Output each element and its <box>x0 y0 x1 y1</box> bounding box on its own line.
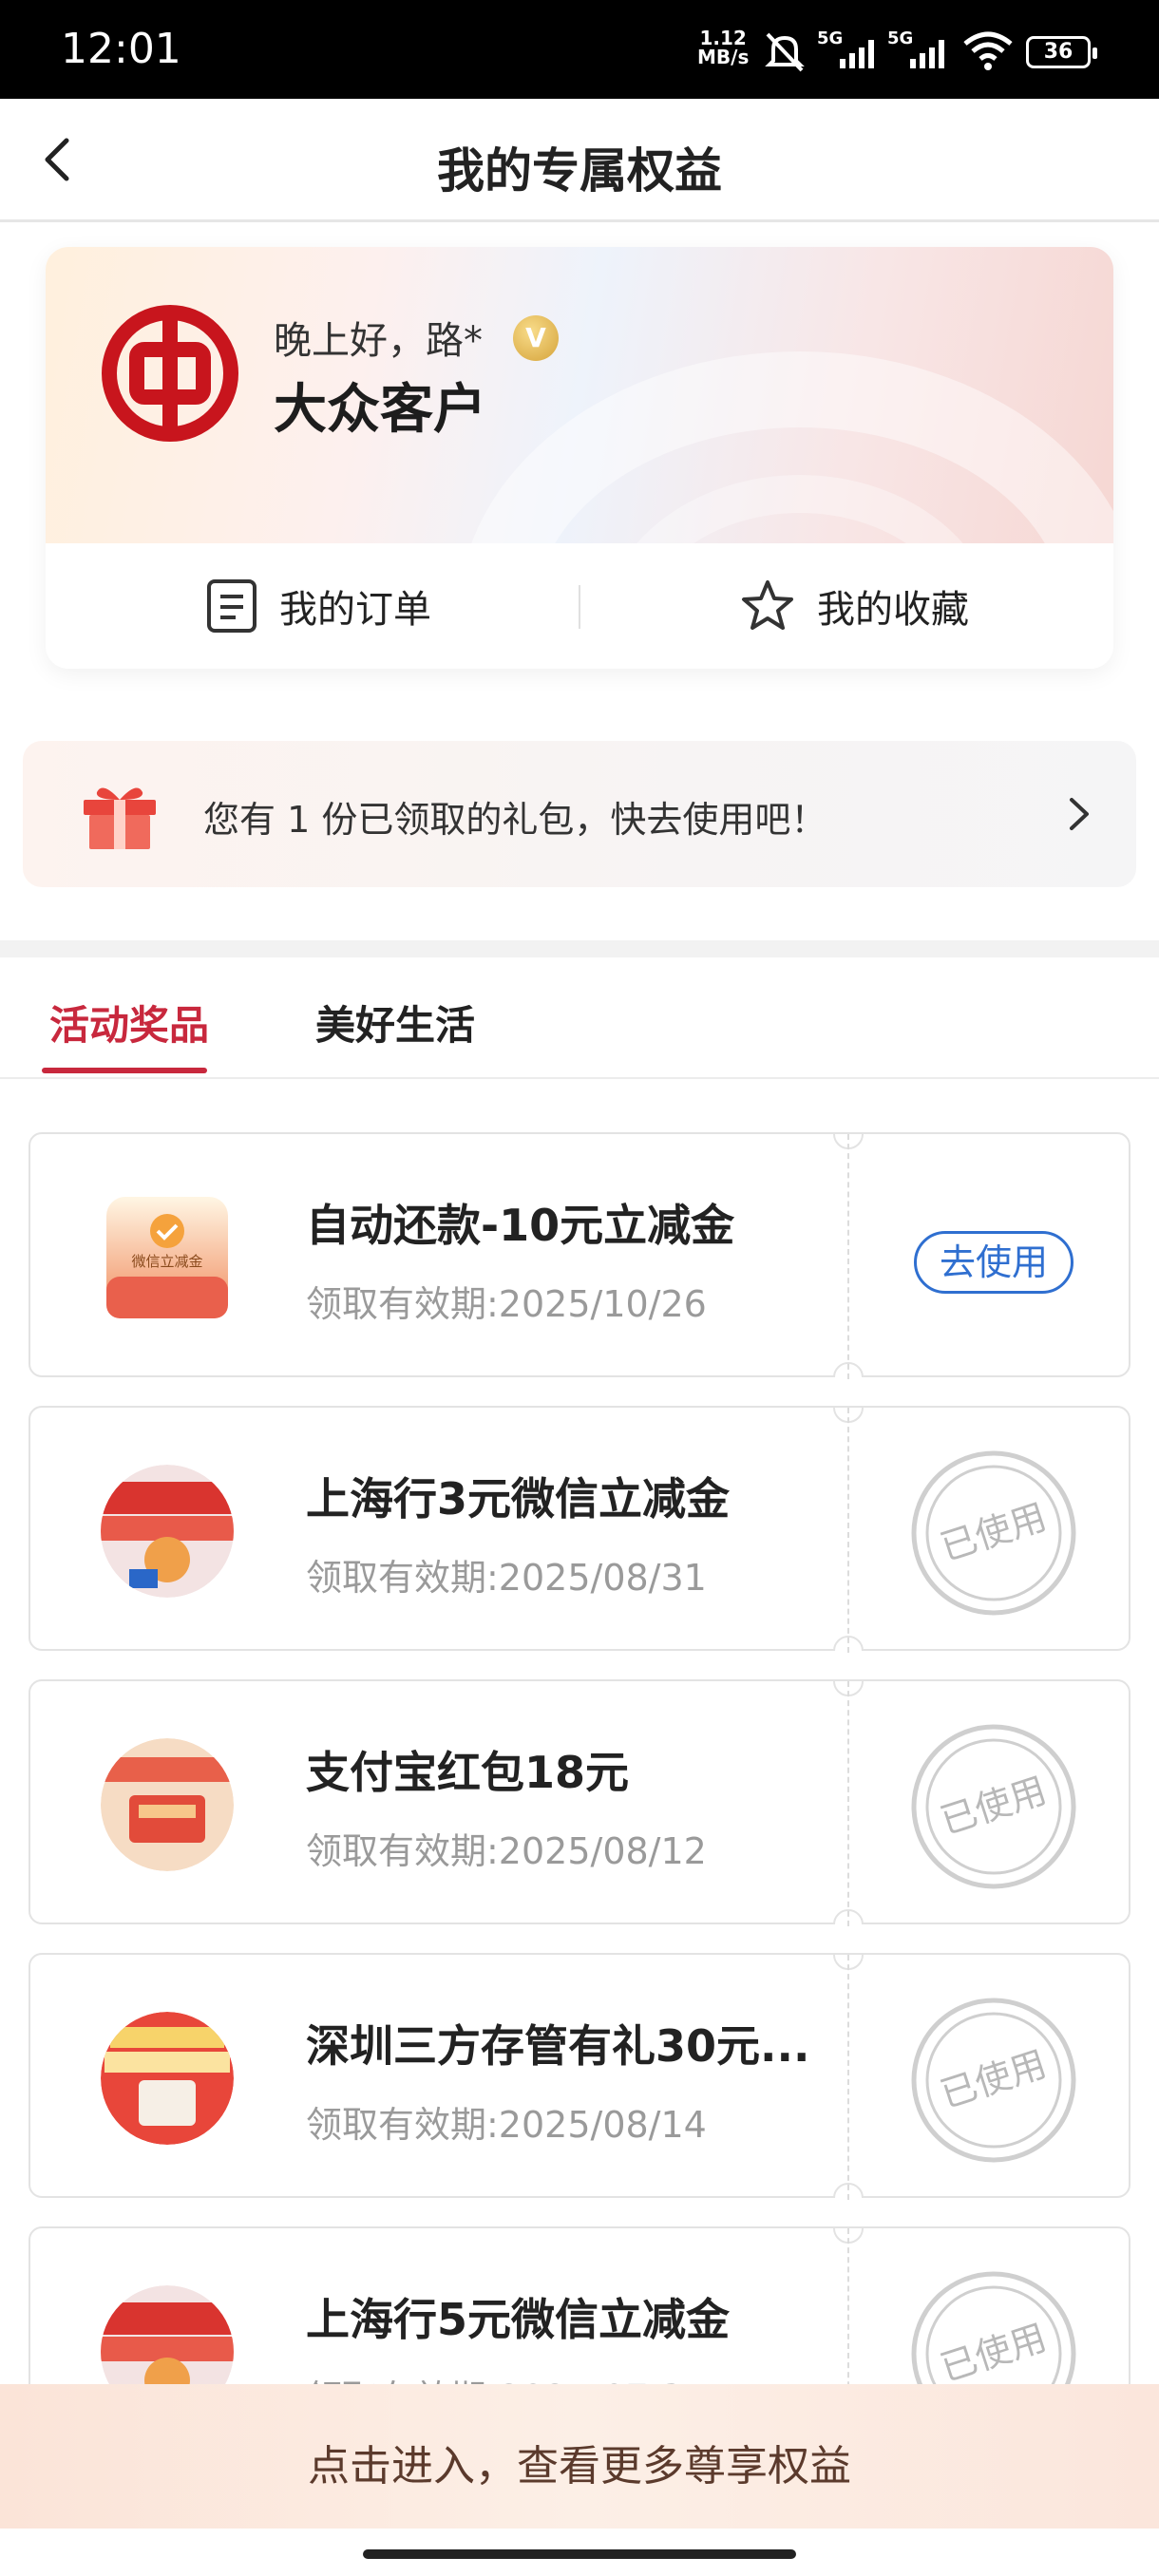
more-benefits-bar[interactable]: 点击进入，查看更多尊享权益 <box>0 2384 1159 2529</box>
signal-1-icon <box>840 40 874 68</box>
coupon-perforation <box>847 1408 849 1653</box>
used-stamp-label: 已使用 <box>936 1770 1052 1843</box>
tab-good-life[interactable]: 美好生活 <box>315 994 475 1051</box>
coupon-validity: 领取有效期:2025/08/14 <box>306 2104 707 2146</box>
nav-bar: 我的专属权益 <box>0 99 1159 222</box>
greeting-text: 晚上好，路* <box>274 319 483 363</box>
wifi-icon <box>963 31 1013 70</box>
page-title: 我的专属权益 <box>437 143 722 199</box>
used-stamp-icon: 已使用 <box>911 1998 1076 2163</box>
mute-icon <box>765 32 805 72</box>
coupon-title: 深圳三方存管有礼30元... <box>306 2020 810 2072</box>
home-indicator[interactable] <box>363 2549 796 2559</box>
battery-indicator: 36 <box>1026 36 1097 68</box>
active-tab-indicator <box>42 1068 207 1073</box>
tab-activity-prizes[interactable]: 活动奖品 <box>49 994 209 1051</box>
my-orders-label: 我的订单 <box>279 588 431 632</box>
net-speed-unit: MB/s <box>697 46 750 68</box>
more-benefits-label: 点击进入，查看更多尊享权益 <box>308 2442 851 2491</box>
coupon-card[interactable]: 微信立减金 自动还款-10元立减金 领取有效期:2025/10/26 去使用 <box>28 1132 1130 1379</box>
used-stamp-label: 已使用 <box>936 1496 1052 1569</box>
used-stamp-label: 已使用 <box>936 2043 1052 2116</box>
profile-card: 晚上好，路* V 大众客户 我的订单 我的收藏 <box>46 247 1113 669</box>
profile-header: 晚上好，路* V 大众客户 <box>46 247 1113 669</box>
net-speed: 1.12 MB/s <box>697 28 749 66</box>
status-time: 12:01 <box>61 25 181 73</box>
coupon-title: 上海行3元微信立减金 <box>306 1473 731 1525</box>
coupon-perforation <box>847 1955 849 2200</box>
thumbnail-label: 微信立减金 <box>131 1253 203 1270</box>
used-stamp-label: 已使用 <box>936 2317 1052 2384</box>
divider <box>579 585 580 629</box>
use-coupon-button[interactable]: 去使用 <box>914 1231 1074 1294</box>
coupon-title: 自动还款-10元立减金 <box>306 1200 735 1251</box>
section-divider <box>0 940 1159 957</box>
orders-icon <box>207 579 256 633</box>
coupon-validity: 领取有效期:2025/08/31 <box>306 1557 707 1599</box>
tab-bar: 活动奖品 美好生活 <box>0 957 1159 1079</box>
net-speed-value: 1.12 <box>699 27 747 49</box>
my-orders-button[interactable]: 我的订单 <box>205 543 431 669</box>
coupon-validity: 领取有效期:2025/07/31 <box>306 2369 707 2384</box>
bank-of-china-logo <box>102 305 238 442</box>
coupon-card[interactable]: 深圳三方存管有礼30元... 领取有效期:2025/08/14 已使用 <box>28 1953 1130 2200</box>
signal-2-icon <box>910 40 944 68</box>
customer-level: 大众客户 <box>274 378 486 441</box>
alipay-promo-thumbnail <box>101 1738 234 1871</box>
used-stamp-icon: 已使用 <box>911 2271 1076 2384</box>
coupon-title: 支付宝红包18元 <box>306 1747 630 1798</box>
coupon-perforation <box>847 1681 849 1926</box>
shanghai-promo-thumbnail <box>101 2285 234 2384</box>
coupon-card[interactable]: 上海行5元微信立减金 领取有效期:2025/07/31 已使用 <box>28 2226 1130 2384</box>
coupon-perforation <box>847 2228 849 2384</box>
gesture-area <box>0 2529 1159 2576</box>
coupon-validity: 领取有效期:2025/10/26 <box>306 1283 707 1325</box>
coupon-validity: 领取有效期:2025/08/12 <box>306 1830 707 1872</box>
coupon-card[interactable]: 支付宝红包18元 领取有效期:2025/08/12 已使用 <box>28 1679 1130 1926</box>
coupon-perforation <box>847 1134 849 1379</box>
gift-message: 您有 1 份已领取的礼包，快去使用吧！ <box>203 799 827 841</box>
status-bar: 12:01 1.12 MB/s 5G 5G 36 <box>0 0 1159 99</box>
coupon-title: 上海行5元微信立减金 <box>306 2294 731 2345</box>
my-favorites-label: 我的收藏 <box>817 588 969 632</box>
gift-icon <box>84 787 156 849</box>
my-favorites-button[interactable]: 我的收藏 <box>739 543 969 669</box>
coupon-card[interactable]: 上海行3元微信立减金 领取有效期:2025/08/31 已使用 <box>28 1406 1130 1653</box>
used-stamp-icon: 已使用 <box>911 1450 1076 1616</box>
chevron-right-icon <box>1070 798 1089 830</box>
star-icon <box>742 580 793 630</box>
vip-badge-icon: V <box>513 315 559 361</box>
profile-actions: 我的订单 我的收藏 <box>46 543 1113 669</box>
used-stamp-icon: 已使用 <box>911 1724 1076 1889</box>
coupon-list[interactable]: 微信立减金 自动还款-10元立减金 领取有效期:2025/10/26 去使用 上… <box>0 1079 1159 2384</box>
gift-banner[interactable]: 您有 1 份已领取的礼包，快去使用吧！ <box>23 741 1136 887</box>
shanghai-promo-thumbnail <box>101 1465 234 1598</box>
shenzhen-promo-thumbnail <box>101 2012 234 2145</box>
